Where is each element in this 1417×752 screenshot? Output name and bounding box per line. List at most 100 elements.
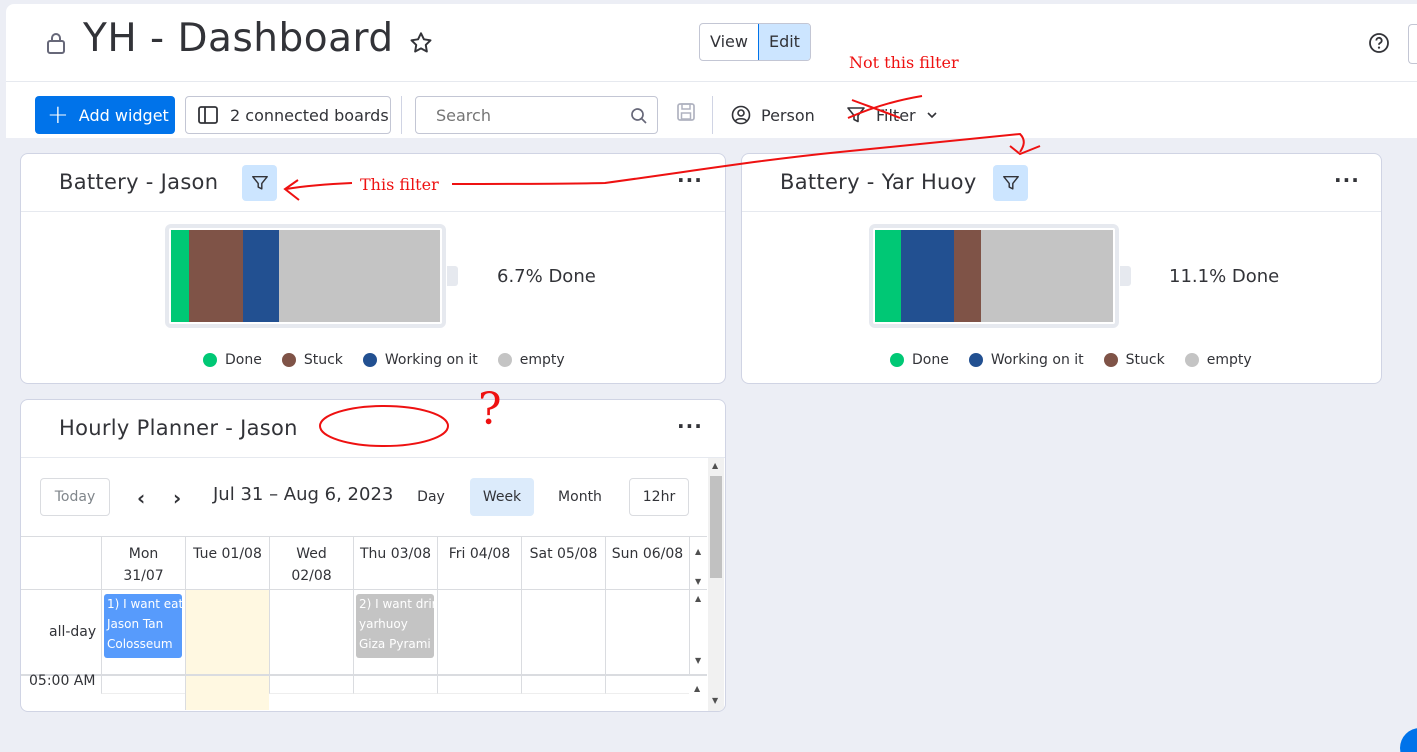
week-view-button[interactable]: Week (470, 478, 534, 516)
widget-filter-button[interactable] (993, 165, 1028, 201)
more-options-icon[interactable]: ··· (677, 414, 703, 438)
help-icon[interactable] (1368, 32, 1390, 54)
scroll-down-icon[interactable]: ▼ (712, 696, 718, 705)
header-edge-button[interactable] (1408, 24, 1417, 64)
filter-label: Filter (876, 105, 916, 125)
time-cell[interactable] (353, 676, 437, 694)
more-options-icon[interactable]: ··· (1334, 168, 1360, 192)
scroll-up-icon[interactable]: ▲ (695, 594, 701, 603)
battery-bar (165, 224, 446, 328)
toolbar-divider (712, 96, 713, 134)
dashboard-toolbar: + Add widget 2 connected boards Search P… (6, 81, 1417, 138)
day-header[interactable]: Sat 05/08 (521, 537, 605, 589)
plus-icon: + (47, 100, 69, 130)
day-header[interactable]: Sun 06/08 (605, 537, 689, 589)
person-icon (731, 105, 751, 125)
scrollbar-thumb[interactable] (710, 476, 722, 578)
legend-label: Working on it (990, 352, 1084, 368)
title-row: YH - Dashboard View Edit (6, 4, 1417, 82)
board-icon (198, 106, 218, 124)
time-cell[interactable] (101, 676, 185, 694)
legend-label: empty (519, 352, 565, 368)
connected-boards-button[interactable]: 2 connected boards (185, 96, 391, 134)
scroll-down-icon[interactable]: ▼ (695, 656, 701, 665)
all-day-cell[interactable] (437, 590, 521, 674)
widget-title[interactable]: Battery - Jason (59, 170, 218, 194)
time-cell[interactable] (521, 676, 605, 694)
battery-segment[interactable] (954, 230, 981, 322)
time-cell[interactable] (437, 676, 521, 694)
help-bubble-button[interactable] (1400, 728, 1417, 752)
scroll-up-icon[interactable]: ▲ (695, 541, 701, 563)
legend-label: empty (1206, 352, 1252, 368)
filter-button[interactable]: Filter (846, 96, 938, 134)
legend-item: empty (497, 352, 565, 368)
widget-title[interactable]: Hourly Planner - Jason (59, 416, 298, 440)
all-day-cell-today[interactable] (185, 590, 269, 674)
today-button[interactable]: Today (40, 478, 110, 516)
add-widget-button[interactable]: + Add widget (35, 96, 175, 134)
planner-scrollbar[interactable]: ▲ ▼ (708, 458, 724, 711)
calendar-event[interactable]: 1) I want eat Jason Tan Colosseum (104, 594, 182, 658)
month-view-button[interactable]: Month (551, 478, 609, 516)
search-icon[interactable] (630, 107, 648, 125)
day-header[interactable]: Wed 02/08 (269, 537, 353, 589)
legend-dot-icon (497, 353, 512, 367)
battery-segment[interactable] (189, 230, 243, 322)
all-day-cell[interactable] (269, 590, 353, 674)
day-header[interactable]: Thu 03/08 (353, 537, 437, 589)
person-label: Person (761, 105, 815, 125)
page-title[interactable]: YH - Dashboard (83, 16, 394, 61)
edit-button[interactable]: Edit (757, 24, 810, 60)
time-label: 05:00 AM (29, 673, 96, 689)
chevron-left-icon[interactable]: ‹ (137, 486, 145, 510)
legend-item: empty (1184, 352, 1252, 368)
battery-cap (1120, 266, 1131, 286)
lock-icon (47, 33, 65, 54)
time-cell[interactable] (269, 676, 353, 694)
time-cell[interactable] (605, 676, 689, 694)
event-line: Giza Pyrami (359, 637, 431, 651)
all-day-cell[interactable] (605, 590, 689, 674)
event-line: 1) I want eat (107, 597, 182, 611)
legend-dot-icon (203, 353, 217, 367)
filter-icon (251, 175, 268, 190)
battery-segment[interactable] (980, 230, 1113, 322)
widget-title[interactable]: Battery - Yar Huoy (780, 170, 977, 194)
chevron-right-icon[interactable]: › (173, 486, 181, 510)
legend-label: Done (225, 352, 262, 368)
battery-segment[interactable] (901, 230, 955, 322)
filter-icon (1002, 175, 1019, 190)
view-button[interactable]: View (700, 24, 758, 60)
star-icon[interactable] (408, 30, 434, 56)
legend-dot-icon (1103, 353, 1118, 367)
battery-segment[interactable] (242, 230, 279, 322)
all-day-cell[interactable]: 1) I want eat Jason Tan Colosseum (101, 590, 185, 674)
widget-filter-button[interactable] (242, 165, 277, 201)
more-options-icon[interactable]: ··· (677, 168, 703, 192)
day-header[interactable]: Tue 01/08 (185, 537, 269, 589)
time-cell-today[interactable] (185, 676, 269, 710)
search-input[interactable] (415, 96, 658, 134)
hourly-planner-widget: Hourly Planner - Jason ··· Today ‹ › Jul… (20, 399, 726, 712)
scroll-up-icon[interactable]: ▲ (712, 461, 718, 470)
battery-segment[interactable] (171, 230, 190, 322)
battery-segment[interactable] (875, 230, 902, 322)
legend-item: Working on it (362, 352, 478, 368)
legend-item: Done (203, 352, 262, 368)
day-header[interactable]: Fri 04/08 (437, 537, 521, 589)
scroll-up-icon[interactable]: ▲ (694, 684, 700, 693)
filter-icon (847, 107, 865, 123)
legend-label: Working on it (384, 352, 478, 368)
event-line: Jason Tan (107, 617, 164, 631)
all-day-cell[interactable] (521, 590, 605, 674)
save-icon[interactable] (676, 102, 696, 122)
legend-item: Stuck (1103, 352, 1165, 368)
person-filter-button[interactable]: Person (731, 96, 815, 134)
day-header[interactable]: Mon 31/07 (101, 537, 185, 589)
day-view-button[interactable]: Day (407, 478, 455, 516)
battery-segment[interactable] (278, 230, 440, 322)
hour-format-button[interactable]: 12hr (629, 478, 689, 516)
all-day-cell[interactable]: 2) I want drir yarhuoy Giza Pyrami (353, 590, 437, 674)
calendar-event[interactable]: 2) I want drir yarhuoy Giza Pyrami (356, 594, 434, 658)
